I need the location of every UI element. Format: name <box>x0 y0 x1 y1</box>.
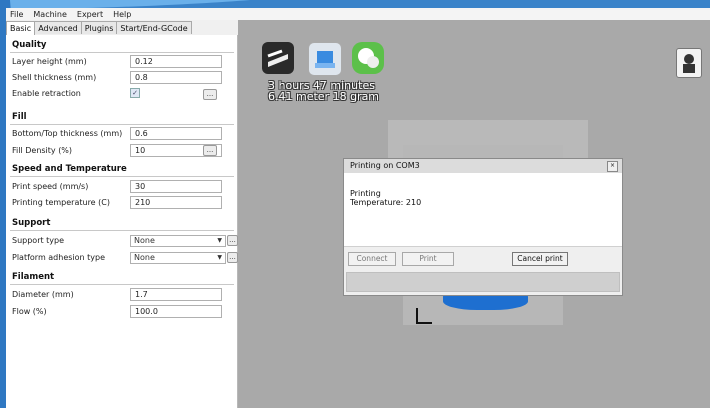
divider <box>10 284 234 285</box>
printing-temperature-input[interactable]: 210 <box>130 196 222 209</box>
divider <box>10 124 234 125</box>
print-speed-label: Print speed (mm/s) <box>12 182 89 191</box>
divider <box>10 230 234 231</box>
flow-label: Flow (%) <box>12 307 47 316</box>
support-more-button[interactable]: ... <box>227 235 238 246</box>
shell-thickness-label: Shell thickness (mm) <box>12 73 97 82</box>
print-estimate: 3 hours 47 minutes 6.41 meter 18 gram <box>268 80 379 102</box>
platform-adhesion-label: Platform adhesion type <box>12 253 106 262</box>
section-filament: Filament <box>12 272 55 282</box>
platform-adhesion-select[interactable]: None ▼ <box>130 252 226 264</box>
support-type-value: None <box>134 236 155 245</box>
enable-retraction-checkbox[interactable]: ✓ <box>130 88 140 98</box>
dialog-title: Printing on COM3 × <box>344 159 622 174</box>
print-button[interactable]: Print <box>402 252 454 266</box>
view-mode-button[interactable] <box>352 42 384 74</box>
menu-file[interactable]: File <box>10 10 23 19</box>
platform-adhesion-value: None <box>134 253 155 262</box>
load-icon <box>267 49 288 67</box>
settings-tabs: Basic Advanced Plugins Start/End-GCode <box>6 21 192 35</box>
view-mode-icon <box>358 48 379 68</box>
menu-bar: File Machine Expert Help <box>6 8 710 20</box>
divider <box>10 176 234 177</box>
printing-dialog: Printing on COM3 × Printing Temperature:… <box>343 158 623 296</box>
flow-input[interactable]: 100.0 <box>130 305 222 318</box>
close-icon[interactable]: × <box>607 161 618 172</box>
tab-advanced[interactable]: Advanced <box>34 21 82 34</box>
section-speed-temperature: Speed and Temperature <box>12 164 127 174</box>
save-toolpath-button[interactable] <box>308 42 342 76</box>
cura-window: File Machine Expert Help Basic Advanced … <box>6 8 710 408</box>
printing-status: Printing <box>350 189 381 198</box>
tab-plugins[interactable]: Plugins <box>80 21 118 34</box>
section-support: Support <box>12 218 51 228</box>
diameter-label: Diameter (mm) <box>12 290 74 299</box>
cancel-print-button[interactable]: Cancel print <box>512 252 568 266</box>
load-model-button[interactable] <box>262 42 294 74</box>
tab-basic[interactable]: Basic <box>6 21 36 35</box>
dialog-title-text: Printing on COM3 <box>350 161 420 170</box>
dialog-status-bar <box>346 272 620 292</box>
divider <box>10 52 234 53</box>
section-fill: Fill <box>12 112 27 122</box>
enable-retraction-label: Enable retraction <box>12 89 81 98</box>
tab-start-end-gcode[interactable]: Start/End-GCode <box>116 21 192 34</box>
connect-button[interactable]: Connect <box>348 252 396 266</box>
printing-temperature-label: Printing temperature (C) <box>12 198 110 207</box>
retraction-more-button[interactable]: ... <box>203 89 217 100</box>
layer-height-label: Layer height (mm) <box>12 57 87 66</box>
support-type-select[interactable]: None ▼ <box>130 235 226 247</box>
fill-density-label: Fill Density (%) <box>12 146 73 155</box>
menu-machine[interactable]: Machine <box>33 10 67 19</box>
menu-expert[interactable]: Expert <box>77 10 103 19</box>
print-speed-input[interactable]: 30 <box>130 180 222 193</box>
menu-help[interactable]: Help <box>113 10 131 19</box>
bottom-top-thickness-label: Bottom/Top thickness (mm) <box>12 129 123 138</box>
bottom-top-thickness-input[interactable]: 0.6 <box>130 127 222 140</box>
temperature-readout: Temperature: 210 <box>350 198 422 207</box>
chevron-down-icon: ▼ <box>217 237 222 244</box>
shell-thickness-input[interactable]: 0.8 <box>130 71 222 84</box>
camera-view-icon <box>683 54 695 73</box>
dialog-body: Printing Temperature: 210 <box>344 173 622 247</box>
diameter-input[interactable]: 1.7 <box>130 288 222 301</box>
axis-indicator <box>416 308 432 324</box>
layer-height-input[interactable]: 0.12 <box>130 55 222 68</box>
support-type-label: Support type <box>12 236 65 245</box>
settings-panel: Quality Layer height (mm) 0.12 Shell thi… <box>6 35 238 408</box>
section-quality: Quality <box>12 40 47 50</box>
print-material: 6.41 meter 18 gram <box>268 90 380 103</box>
view-settings-button[interactable] <box>676 48 702 78</box>
chevron-down-icon: ▼ <box>217 254 222 261</box>
fill-more-button[interactable]: ... <box>203 145 217 156</box>
sd-card-icon <box>315 51 335 68</box>
adhesion-more-button[interactable]: ... <box>227 252 238 263</box>
